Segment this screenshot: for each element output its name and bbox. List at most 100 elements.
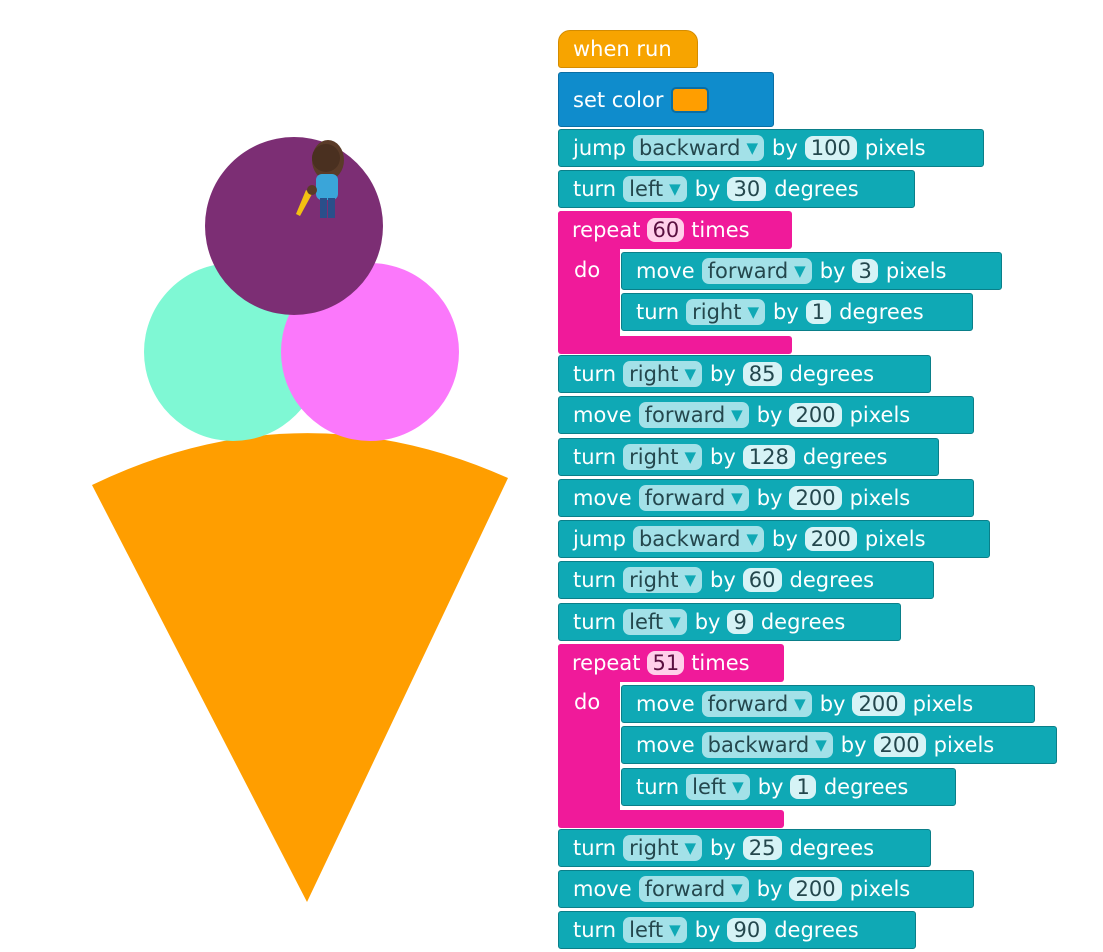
turn-left-block[interactable]: turn left ▼ by 90 degrees (558, 911, 916, 949)
dropdown-arrow-icon: ▼ (669, 921, 681, 939)
verb-label: turn (573, 610, 617, 634)
color-picker[interactable] (671, 86, 710, 113)
move-forward-block[interactable]: move forward ▼ by 200 pixels (558, 396, 974, 434)
direction-dropdown[interactable]: right ▼ (623, 444, 703, 470)
amount-input[interactable]: 200 (789, 877, 842, 901)
turn-left-block[interactable]: turn left ▼ by 30 degrees (558, 170, 915, 208)
move-forward-block[interactable]: move forward ▼ by 200 pixels (621, 685, 1035, 723)
by-label: by (757, 775, 784, 799)
verb-label: jump (573, 136, 626, 160)
direction-value: left (629, 610, 664, 634)
direction-value: forward (707, 259, 789, 283)
move-forward-block[interactable]: move forward ▼ by 200 pixels (558, 479, 974, 517)
turn-right-block[interactable]: turn right ▼ by 25 degrees (558, 829, 931, 867)
direction-dropdown[interactable]: backward ▼ (632, 526, 765, 552)
when-run-block[interactable]: when run (558, 30, 698, 68)
move-forward-block[interactable]: move forward ▼ by 200 pixels (558, 870, 974, 908)
by-label: by (694, 918, 721, 942)
amount-input[interactable]: 200 (852, 692, 905, 716)
by-label: by (772, 527, 798, 551)
direction-dropdown[interactable]: left ▼ (623, 917, 687, 943)
amount-input[interactable]: 1 (805, 300, 832, 324)
amount-input[interactable]: 30 (727, 177, 767, 201)
repeat-count-input[interactable]: 51 (647, 651, 685, 675)
amount-input[interactable]: 85 (742, 362, 782, 386)
amount-input[interactable]: 60 (742, 568, 782, 592)
do-label: do (574, 690, 601, 714)
amount-input[interactable]: 100 (804, 136, 857, 160)
when-run-label: when run (573, 37, 672, 61)
repeat-60-block[interactable]: repeat 60 times (558, 211, 792, 249)
amount-input[interactable]: 25 (742, 836, 782, 860)
amount-input[interactable]: 200 (804, 527, 857, 551)
jump-backward-block[interactable]: jump backward ▼ by 200 pixels (558, 520, 990, 558)
move-forward-block[interactable]: move forward ▼ by 3 pixels (621, 252, 1002, 290)
by-label: by (710, 836, 736, 860)
repeat-51-block[interactable]: repeat 51 times (558, 644, 784, 682)
verb-label: move (636, 259, 695, 283)
turn-right-block[interactable]: turn right ▼ by 60 degrees (558, 561, 934, 599)
by-label: by (819, 692, 846, 716)
turn-right-block[interactable]: turn right ▼ by 1 degrees (621, 293, 973, 331)
dropdown-arrow-icon: ▼ (684, 448, 697, 466)
turn-left-block[interactable]: turn left ▼ by 9 degrees (558, 603, 901, 641)
amount-input[interactable]: 200 (789, 403, 842, 427)
verb-label: move (573, 403, 632, 427)
unit-label: degrees (789, 836, 875, 860)
amount-input[interactable]: 9 (727, 610, 753, 634)
unit-label: degrees (774, 918, 859, 942)
verb-label: turn (636, 300, 680, 324)
dropdown-arrow-icon: ▼ (746, 139, 759, 157)
dropdown-arrow-icon: ▼ (684, 571, 697, 589)
direction-dropdown[interactable]: right ▼ (623, 361, 703, 387)
direction-dropdown[interactable]: left ▼ (623, 609, 687, 635)
direction-value: forward (644, 403, 726, 427)
unit-label: degrees (789, 568, 875, 592)
jump-backward-block[interactable]: jump backward ▼ by 100 pixels (558, 129, 984, 167)
direction-dropdown[interactable]: forward ▼ (701, 258, 812, 284)
by-label: by (819, 259, 846, 283)
turn-left-block[interactable]: turn left ▼ by 1 degrees (621, 768, 956, 806)
direction-dropdown[interactable]: left ▼ (623, 176, 687, 202)
amount-input[interactable]: 128 (742, 445, 795, 469)
direction-dropdown[interactable]: forward ▼ (638, 485, 749, 511)
direction-value: backward (638, 136, 741, 160)
direction-dropdown[interactable]: right ▼ (686, 299, 766, 325)
direction-value: forward (707, 692, 789, 716)
direction-dropdown[interactable]: right ▼ (623, 835, 703, 861)
verb-label: move (573, 486, 632, 510)
unit-label: pixels (912, 692, 974, 716)
amount-input[interactable]: 1 (790, 775, 816, 799)
direction-dropdown[interactable]: forward ▼ (638, 402, 749, 428)
dropdown-arrow-icon: ▼ (669, 180, 681, 198)
direction-dropdown[interactable]: forward ▼ (701, 691, 812, 717)
direction-value: right (629, 568, 679, 592)
amount-input[interactable]: 200 (789, 486, 842, 510)
amount-input[interactable]: 200 (873, 733, 926, 757)
by-label: by (756, 486, 783, 510)
dropdown-arrow-icon: ▼ (746, 530, 759, 548)
direction-dropdown[interactable]: forward ▼ (638, 876, 749, 902)
by-label: by (773, 300, 799, 324)
unit-label: pixels (864, 136, 926, 160)
verb-label: turn (573, 836, 617, 860)
direction-dropdown[interactable]: backward ▼ (632, 135, 765, 161)
move-backward-block[interactable]: move backward ▼ by 200 pixels (621, 726, 1057, 764)
direction-dropdown[interactable]: backward ▼ (701, 732, 833, 758)
amount-input[interactable]: 90 (727, 918, 767, 942)
verb-label: turn (573, 568, 617, 592)
direction-dropdown[interactable]: right ▼ (623, 567, 703, 593)
color-swatch[interactable] (671, 86, 710, 113)
turn-right-block[interactable]: turn right ▼ by 85 degrees (558, 355, 931, 393)
unit-label: pixels (864, 527, 926, 551)
repeat-count-input[interactable]: 60 (647, 218, 685, 242)
turn-right-block[interactable]: turn right ▼ by 128 degrees (558, 438, 939, 476)
set-color-block[interactable]: set color (558, 72, 774, 127)
unit-label: degrees (802, 445, 888, 469)
dropdown-arrow-icon: ▼ (732, 778, 744, 796)
direction-dropdown[interactable]: left ▼ (686, 774, 750, 800)
amount-input[interactable]: 3 (852, 259, 878, 283)
dropdown-arrow-icon: ▼ (747, 303, 760, 321)
unit-label: degrees (760, 610, 846, 634)
dropdown-arrow-icon: ▼ (815, 736, 827, 754)
